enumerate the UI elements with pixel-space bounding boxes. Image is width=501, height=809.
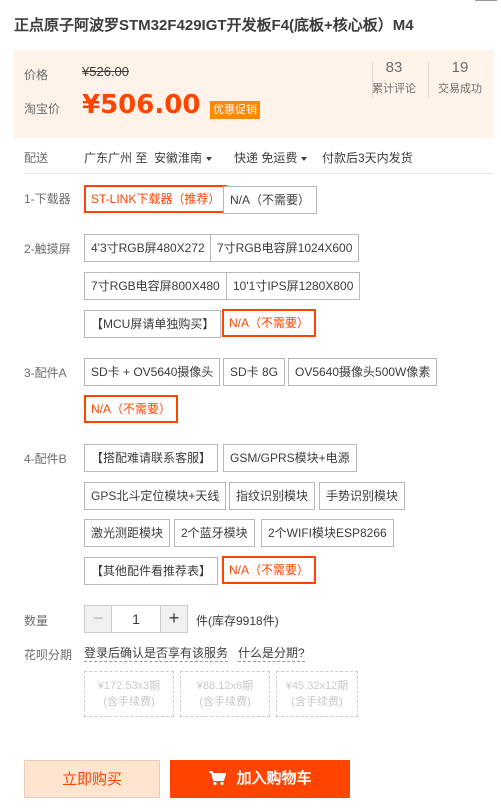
top-edge-mark: [475, 0, 497, 3]
option-touch-43[interactable]: 4'3寸RGB屏480X272: [84, 234, 212, 262]
option-partB-none[interactable]: N/A（不需要）: [222, 556, 317, 584]
stat-divider: [428, 62, 429, 98]
plan-amount: ¥45.32x12期: [285, 680, 349, 692]
stat-trades[interactable]: 19 交易成功: [432, 58, 488, 96]
promo-price-label: 淘宝价: [24, 102, 61, 116]
huabei-what-link[interactable]: 什么是分期?: [238, 646, 305, 662]
quantity-stepper: − +: [84, 605, 188, 633]
option-partA-sd-cam[interactable]: SD卡 + OV5640摄像头: [84, 358, 221, 386]
option-partB-laser[interactable]: 激光测距模块: [84, 519, 171, 547]
option-touch-10-ips[interactable]: 10'1寸IPS屏1280X800: [226, 272, 361, 300]
promo-price: ¥506.00: [82, 90, 201, 120]
cart-icon: [209, 770, 227, 785]
buy-now-button[interactable]: 立即购买: [24, 760, 160, 798]
price-label: 价格: [24, 68, 49, 82]
ship-method-selector[interactable]: 快递 免运费: [234, 149, 308, 166]
option-touch-none[interactable]: N/A（不需要）: [222, 309, 317, 337]
price-panel: 价格 ¥526.00 淘宝价 ¥506.00 优惠促销 83 累计评论 19 交…: [14, 50, 494, 138]
stock-count: 件(库存9918件): [196, 614, 279, 628]
quantity-minus-button[interactable]: −: [85, 606, 111, 632]
option-partB-gps[interactable]: GPS北斗定位模块+天线: [84, 482, 227, 510]
chevron-down-icon: [206, 156, 213, 161]
promo-badge[interactable]: 优惠促销: [210, 101, 260, 119]
plan-fee: (含手续费): [291, 696, 343, 708]
product-title: 正点原子阿波罗STM32F429IGT开发板F4(底板+核心板）M4: [14, 17, 414, 34]
option-partB-gesture[interactable]: 手势识别模块: [319, 482, 406, 510]
option-partB-other[interactable]: 【其他配件看推荐表】: [84, 557, 219, 585]
option-partA-cam[interactable]: OV5640摄像头500W像素: [288, 358, 438, 386]
option-partB-wifi[interactable]: 2个WIFI模块ESP8266: [261, 519, 394, 547]
option-label-downloader: 1-下载器: [24, 192, 71, 206]
ship-method: 快递 免运费: [234, 151, 298, 165]
option-touch-7-800[interactable]: 7寸RGB电容屏800X480: [84, 272, 227, 300]
option-label-partB: 4-配件B: [24, 452, 67, 466]
ship-to: 安徽淮南: [154, 151, 203, 165]
ship-note: 付款后3天内发货: [322, 151, 413, 165]
option-partB-bluetooth[interactable]: 2个蓝牙模块: [174, 519, 255, 547]
huabei-login-link[interactable]: 登录后确认是否享有该服务: [84, 646, 229, 662]
ship-from: 广东广州 至: [84, 151, 148, 165]
option-partA-sd8g[interactable]: SD卡 8G: [223, 358, 286, 386]
review-count: 83: [385, 59, 403, 76]
option-partB-fingerprint[interactable]: 指纹识别模块: [229, 482, 316, 510]
divider: [24, 173, 494, 174]
option-partB-gsm[interactable]: GSM/GPRS模块+电源: [223, 444, 357, 472]
option-touch-mcu[interactable]: 【MCU屏请单独购买】: [84, 310, 222, 338]
option-partA-none[interactable]: N/A（不需要）: [84, 395, 179, 423]
trade-count: 19: [451, 59, 469, 76]
quantity-label: 数量: [24, 614, 49, 628]
plan-fee: (含手续费): [103, 696, 155, 708]
plan-amount: ¥172.53x3期: [97, 680, 161, 692]
original-price: ¥526.00: [82, 64, 129, 79]
huabei-plan-6[interactable]: ¥88.12x6期 (含手续费): [180, 671, 270, 717]
chevron-down-icon: [301, 156, 308, 161]
option-label-touch: 2-触摸屏: [24, 242, 71, 256]
plan-amount: ¥88.12x6期: [196, 680, 254, 692]
option-touch-7-1024[interactable]: 7寸RGB电容屏1024X600: [210, 234, 360, 262]
option-downloader-none[interactable]: N/A（不需要）: [223, 186, 318, 214]
stat-reviews[interactable]: 83 累计评论: [366, 58, 422, 96]
plan-fee: (含手续费): [199, 696, 251, 708]
trade-label: 交易成功: [438, 83, 482, 95]
huabei-plan-12[interactable]: ¥45.32x12期 (含手续费): [276, 671, 358, 717]
ship-to-selector[interactable]: 安徽淮南: [154, 149, 213, 166]
option-downloader-stlink[interactable]: ST-LINK下载器（推荐）: [84, 185, 228, 213]
option-partB-contact[interactable]: 【搭配难请联系客服】: [84, 444, 219, 472]
option-label-partA: 3-配件A: [24, 366, 67, 380]
review-label: 累计评论: [372, 83, 416, 95]
quantity-input[interactable]: [111, 606, 161, 632]
huabei-plan-3[interactable]: ¥172.53x3期 (含手续费): [84, 671, 174, 717]
add-to-cart-button[interactable]: 加入购物车: [170, 760, 350, 798]
shipping-label: 配送: [24, 151, 49, 165]
add-to-cart-label: 加入购物车: [236, 770, 312, 787]
quantity-plus-button[interactable]: +: [161, 606, 187, 632]
huabei-label: 花呗分期: [24, 648, 73, 662]
